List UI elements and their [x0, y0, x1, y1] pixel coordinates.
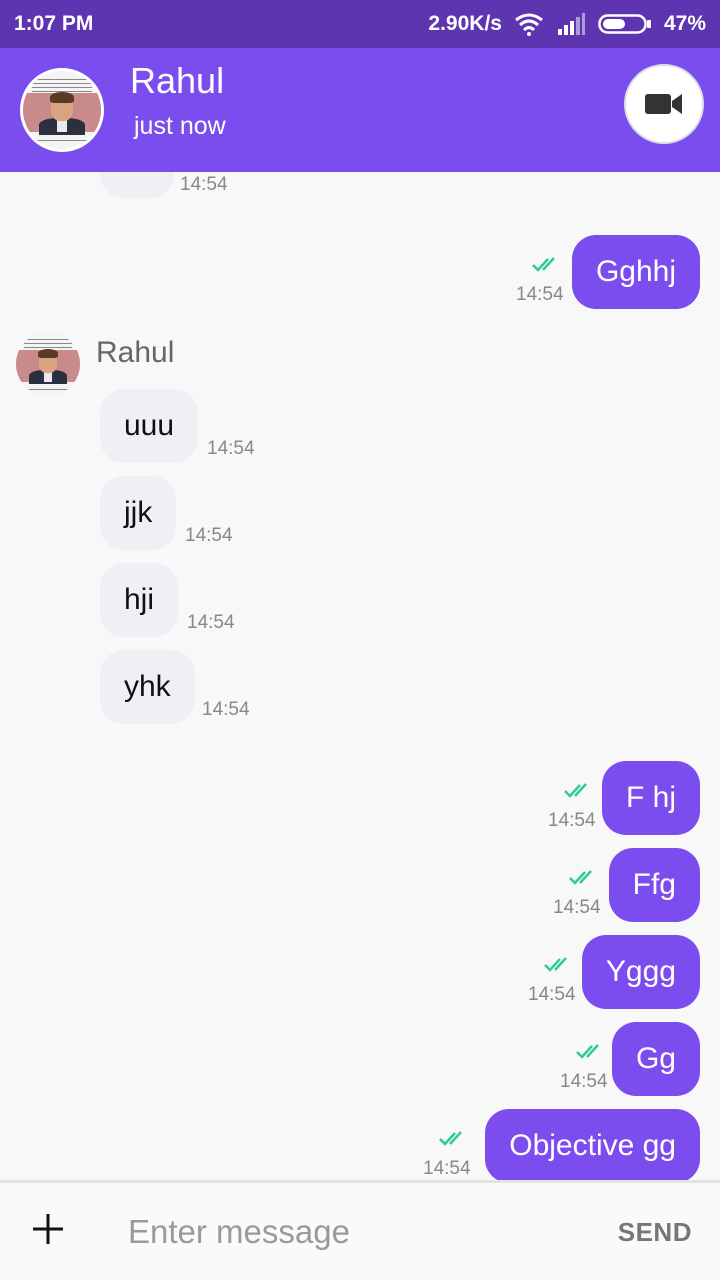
double-check-icon — [439, 1131, 462, 1146]
incoming-message[interactable]: jjk — [100, 476, 177, 550]
outgoing-message[interactable]: F hj — [601, 761, 700, 835]
double-check-icon — [576, 1044, 599, 1059]
message-text: Gg — [635, 1042, 676, 1075]
message-text: jjk — [124, 496, 153, 529]
double-check-icon — [544, 957, 567, 972]
message-time: 14:54 — [187, 612, 235, 633]
message-text: uuu — [124, 409, 175, 442]
double-check-icon — [532, 257, 555, 272]
sender-name: Rahul — [96, 336, 175, 369]
message-text: Objective gg — [509, 1129, 676, 1162]
battery-icon — [598, 14, 651, 34]
message-time: 14:54 — [560, 1071, 608, 1092]
message-time: 14:54 — [423, 1158, 471, 1179]
status-time: 1:07 PM — [14, 12, 94, 35]
message-text: Ffg — [632, 868, 676, 901]
send-button[interactable]: SEND — [618, 1217, 692, 1248]
message-time: 14:54 — [180, 174, 228, 195]
double-check-icon — [564, 783, 587, 798]
battery-level: 47% — [663, 12, 706, 35]
chat-header: Rahul just now — [0, 48, 720, 172]
message-time: 14:54 — [202, 699, 250, 720]
outgoing-message[interactable]: Yggg — [581, 935, 700, 1009]
network-speed: 2.90K/s — [428, 12, 502, 35]
message-text: yhk — [124, 670, 171, 703]
contact-avatar[interactable] — [20, 68, 104, 152]
outgoing-message[interactable]: Gghhj — [571, 235, 700, 309]
message-time: 14:54 — [185, 525, 233, 546]
message-text: Yggg — [605, 955, 676, 988]
message-time: 14:54 — [548, 810, 596, 831]
video-call-icon — [645, 94, 682, 114]
contact-name[interactable]: Rahul — [130, 60, 224, 102]
message-text: Gghhj — [595, 255, 676, 288]
video-call-button[interactable] — [624, 64, 704, 144]
incoming-message[interactable] — [100, 172, 174, 198]
wifi-icon — [515, 13, 543, 36]
outgoing-message[interactable]: Gg — [611, 1022, 700, 1096]
message-time: 14:54 — [516, 284, 564, 305]
double-check-icon — [569, 870, 592, 885]
message-composer: SEND — [0, 1180, 720, 1280]
message-time: 14:54 — [528, 984, 576, 1005]
message-input[interactable] — [128, 1203, 568, 1261]
incoming-message[interactable]: hji — [100, 563, 179, 637]
status-bar: 1:07 PM 2.90K/s 47% — [0, 0, 720, 48]
incoming-message[interactable]: uuu — [100, 389, 199, 463]
sender-avatar[interactable] — [16, 332, 80, 396]
message-time: 14:54 — [553, 897, 601, 918]
incoming-message[interactable]: yhk — [100, 650, 195, 724]
outgoing-message[interactable]: Ffg — [608, 848, 700, 922]
presence-status: just now — [134, 112, 226, 140]
status-indicators: 2.90K/s 47% — [428, 12, 706, 36]
outgoing-message[interactable]: Objective gg — [485, 1109, 700, 1180]
message-list[interactable]: 14:54 14:54 Gghhj Rahul uuu 14:54 jjk 14… — [0, 172, 720, 1180]
plus-icon[interactable] — [30, 1211, 66, 1247]
message-time: 14:54 — [207, 438, 255, 459]
message-text: F hj — [625, 781, 676, 814]
contact-photo — [23, 71, 101, 149]
message-text: hji — [124, 583, 155, 616]
signal-icon — [557, 13, 585, 35]
